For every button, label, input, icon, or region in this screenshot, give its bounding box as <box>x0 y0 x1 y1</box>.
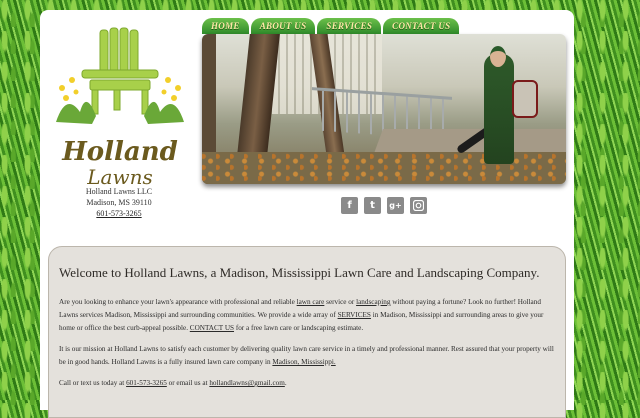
lawn-care-link[interactable]: lawn care <box>297 298 325 306</box>
contact-us-link[interactable]: CONTACT US <box>190 324 234 332</box>
instagram-glyph <box>412 199 425 212</box>
company-city: Madison, MS 39110 <box>86 198 152 207</box>
welcome-heading: Welcome to Holland Lawns, a Madison, Mis… <box>59 265 540 280</box>
p1-text-a: Are you looking to enhance your lawn's a… <box>59 298 295 306</box>
landscaping-link[interactable]: landscaping <box>356 298 390 306</box>
madison-link[interactable]: Madison, Mississippi. <box>272 358 335 366</box>
hero-image <box>202 34 566 184</box>
logo-text: Holland Lawns <box>52 138 188 188</box>
page-container: Holland Lawns Holland Lawns LLC Madison,… <box>40 10 574 418</box>
phone-link[interactable]: 601-573-3265 <box>96 209 141 218</box>
p3-text-a: Call or text us today at <box>59 379 125 387</box>
tab-about-us[interactable]: ABOUT US <box>250 18 316 34</box>
intro-paragraph: Are you looking to enhance your lawn's a… <box>59 296 559 335</box>
hero-worker <box>484 54 514 164</box>
contact-paragraph: Call or text us today at 601-573-3265 or… <box>59 377 559 390</box>
instagram-icon[interactable] <box>410 197 427 214</box>
p1-text-b: service or <box>326 298 355 306</box>
mission-paragraph: It is our mission at Holland Lawns to sa… <box>59 343 559 369</box>
main-nav: HOME ABOUT US SERVICES CONTACT US <box>202 18 460 34</box>
email-link[interactable]: hollandlawns@gmail.com <box>209 379 285 387</box>
p1-text-e: for a free lawn care or landscaping esti… <box>235 324 364 332</box>
hero-worker-head <box>490 46 506 67</box>
facebook-icon[interactable]: f <box>341 197 358 214</box>
welcome-panel: Welcome to Holland Lawns, a Madison, Mis… <box>48 246 566 418</box>
p3-text-b: or email us at <box>168 379 208 387</box>
google-plus-icon[interactable]: g+ <box>387 197 404 214</box>
address-block: Holland Lawns LLC Madison, MS 39110 601-… <box>52 186 186 219</box>
social-links: f t g+ <box>341 197 427 214</box>
tab-services[interactable]: SERVICES <box>317 18 382 34</box>
p3-text-c: . <box>284 379 287 387</box>
twitter-icon[interactable]: t <box>364 197 381 214</box>
tab-contact-us[interactable]: CONTACT US <box>383 18 460 34</box>
content-phone-link[interactable]: 601-573-3265 <box>126 379 167 387</box>
company-name: Holland Lawns LLC <box>85 187 153 196</box>
services-link[interactable]: SERVICES <box>338 311 371 319</box>
logo-title: Holland <box>62 137 178 167</box>
hero-leaf-blower <box>512 80 538 118</box>
logo-subtitle: Lawns <box>87 165 153 189</box>
logo[interactable]: Holland Lawns <box>52 26 188 196</box>
adirondack-chair-icon <box>56 27 184 124</box>
tab-home[interactable]: HOME <box>202 18 249 34</box>
